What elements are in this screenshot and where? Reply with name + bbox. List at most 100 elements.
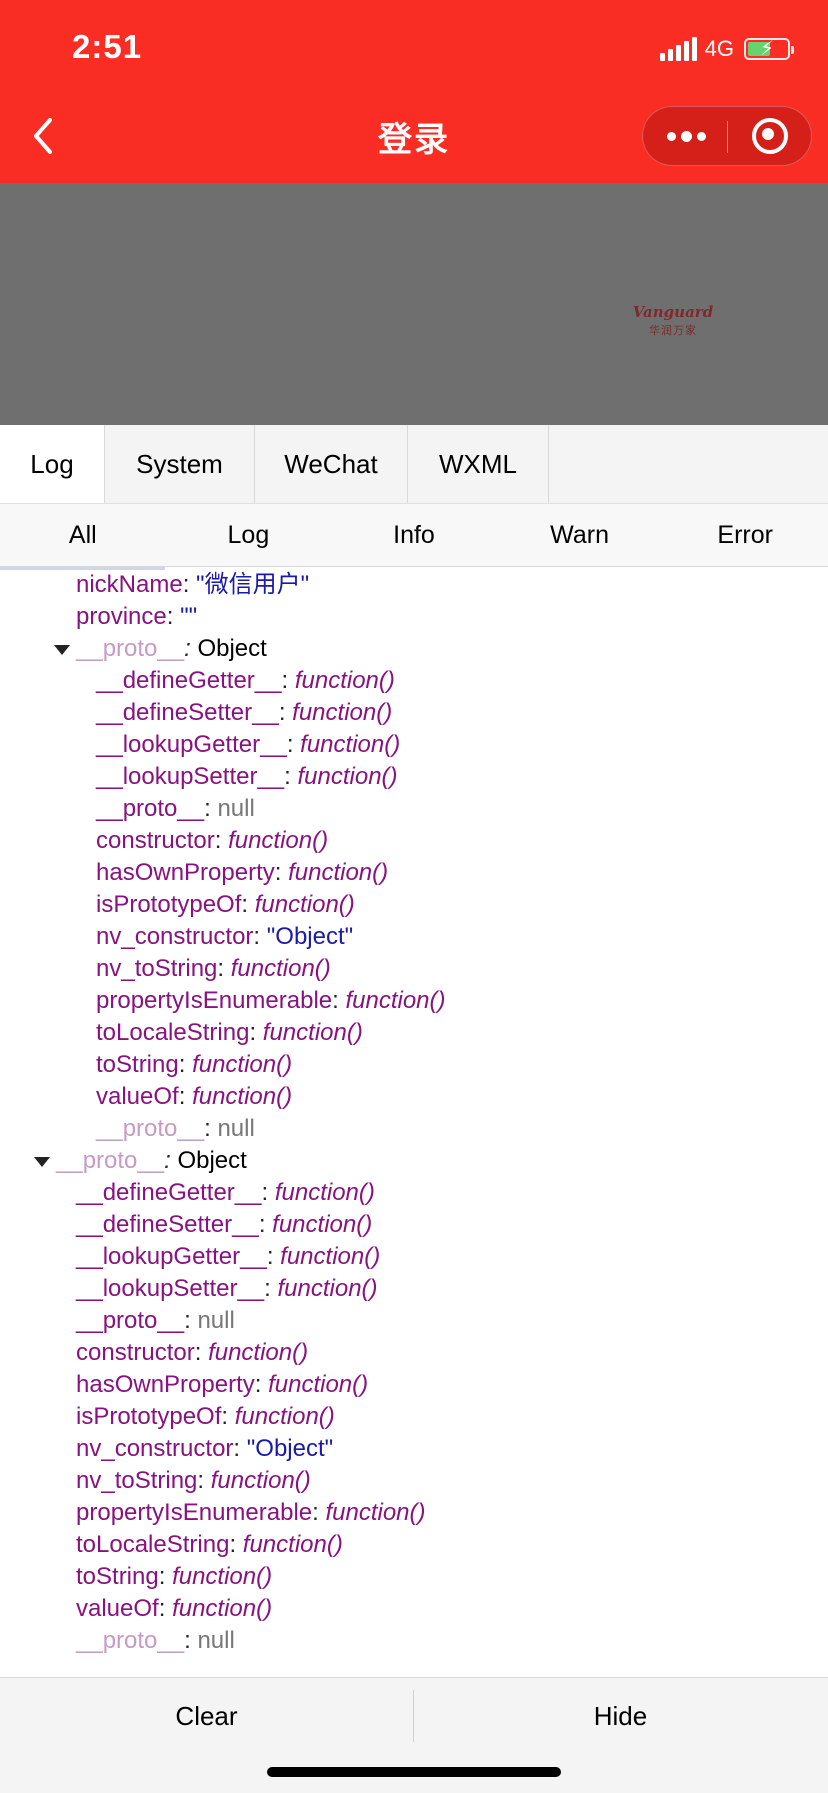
log-separator: :	[214, 827, 229, 854]
log-value: function()	[230, 955, 331, 982]
log-separator: :	[229, 1531, 243, 1558]
log-key: __proto__	[96, 1115, 205, 1142]
log-row: hasOwnProperty: function()	[0, 1369, 828, 1401]
expand-arrow-icon[interactable]	[34, 1157, 50, 1167]
log-value: function()	[254, 891, 355, 918]
log-row: isPrototypeOf: function()	[0, 889, 828, 921]
log-value: function()	[192, 1051, 293, 1078]
tab-log[interactable]: Log	[0, 425, 105, 503]
log-row: __defineSetter__: function()	[0, 1209, 828, 1241]
log-key: __proto__	[76, 1627, 185, 1654]
log-key: __proto__	[56, 1147, 165, 1174]
log-row: __proto__: null	[0, 793, 828, 825]
log-row-expandable[interactable]: __proto__: Object	[0, 633, 828, 665]
filter-log[interactable]: Log	[166, 504, 332, 566]
log-key: toString	[76, 1563, 159, 1590]
log-separator: :	[274, 859, 289, 886]
log-separator: :	[254, 1371, 269, 1398]
brand-logo: Vanguard 华润万家	[628, 303, 718, 343]
log-separator: :	[233, 1435, 247, 1462]
filter-warn[interactable]: Warn	[497, 504, 663, 566]
log-key: hasOwnProperty	[76, 1371, 255, 1398]
log-separator: :	[253, 923, 267, 950]
close-miniprogram-button[interactable]	[728, 107, 812, 165]
signal-icon	[659, 37, 697, 61]
log-separator: :	[332, 987, 346, 1014]
filter-info[interactable]: Info	[331, 504, 497, 566]
log-separator: :	[204, 795, 218, 822]
log-tree: nickName: "微信用户" province: "" __proto__: O…	[0, 569, 828, 1657]
expand-arrow-icon[interactable]	[54, 645, 70, 655]
status-time: 2:51	[72, 28, 143, 65]
log-value: "微信用户"	[196, 571, 310, 598]
log-key: __defineSetter__	[76, 1211, 259, 1238]
filter-all[interactable]: All	[0, 504, 166, 566]
page-content: Vanguard 华润万家	[0, 183, 828, 425]
log-row: __lookupGetter__: function()	[0, 729, 828, 761]
log-key: isPrototypeOf	[96, 891, 242, 918]
log-row: valueOf: function()	[0, 1593, 828, 1625]
log-separator: :	[184, 1627, 198, 1654]
hide-button[interactable]: Hide	[414, 1678, 827, 1754]
log-value: null	[197, 1307, 235, 1334]
log-row-expandable[interactable]: __proto__: Object	[0, 1145, 828, 1177]
log-key: nv_toString	[76, 1467, 198, 1494]
log-row: nickName: "微信用户"	[0, 569, 828, 601]
more-button[interactable]	[643, 107, 727, 165]
tab-wxml[interactable]: WXML	[408, 425, 549, 503]
log-row: propertyIsEnumerable: function()	[0, 985, 828, 1017]
tab-wechat[interactable]: WeChat	[255, 425, 408, 503]
log-value: ""	[180, 603, 198, 630]
filter-error[interactable]: Error	[662, 504, 828, 566]
log-value: function()	[277, 1275, 378, 1302]
log-key: __proto__	[96, 795, 205, 822]
log-separator: :	[278, 699, 293, 726]
log-key: valueOf	[76, 1595, 159, 1622]
more-dot	[681, 131, 692, 142]
log-key: constructor	[76, 1339, 195, 1366]
log-row: __defineSetter__: function()	[0, 697, 828, 729]
log-row: __defineGetter__: function()	[0, 1177, 828, 1209]
log-separator: :	[204, 1115, 218, 1142]
log-row: __defineGetter__: function()	[0, 665, 828, 697]
brand-subtitle: 华润万家	[649, 325, 697, 337]
brand-name: Vanguard	[632, 303, 714, 321]
log-row: __lookupGetter__: function()	[0, 1241, 828, 1273]
log-row: province: ""	[0, 601, 828, 633]
log-separator: :	[158, 1595, 173, 1622]
log-row: toLocaleString: function()	[0, 1529, 828, 1561]
log-row: __lookupSetter__: function()	[0, 761, 828, 793]
app-header: 2:51 4G ⚡ 登录	[0, 0, 828, 183]
log-output[interactable]: nickName: "微信用户" province: "" __proto__: O…	[0, 567, 828, 1677]
log-value: function()	[192, 1083, 293, 1110]
log-separator: :	[158, 1563, 173, 1590]
log-value: function()	[234, 1403, 335, 1430]
log-value: function()	[172, 1563, 273, 1590]
log-key: valueOf	[96, 1083, 179, 1110]
log-row: nv_toString: function()	[0, 1465, 828, 1497]
log-value: "Object"	[266, 923, 354, 950]
log-row: nv_constructor: "Object"	[0, 1433, 828, 1465]
log-value: function()	[297, 763, 398, 790]
log-row: toString: function()	[0, 1049, 828, 1081]
log-key: __defineSetter__	[96, 699, 279, 726]
tab-system[interactable]: System	[105, 425, 255, 503]
log-row: constructor: function()	[0, 825, 828, 857]
log-row: __proto__: null	[0, 1305, 828, 1337]
log-value: Object	[197, 635, 267, 662]
target-dot	[762, 128, 774, 140]
log-key: nv_constructor	[76, 1435, 234, 1462]
log-key: hasOwnProperty	[96, 859, 275, 886]
log-row: nv_constructor: "Object"	[0, 921, 828, 953]
log-value: null	[217, 1115, 255, 1142]
log-row: constructor: function()	[0, 1337, 828, 1369]
log-value: "Object"	[246, 1435, 334, 1462]
log-value: function()	[292, 699, 393, 726]
log-separator: :	[166, 603, 181, 630]
clear-button[interactable]: Clear	[0, 1678, 413, 1754]
log-filters: All Log Info Warn Error	[0, 504, 828, 567]
log-key: __defineGetter__	[76, 1179, 262, 1206]
miniprogram-capsule	[642, 106, 812, 166]
log-separator: :	[312, 1499, 326, 1526]
log-value: function()	[208, 1339, 309, 1366]
